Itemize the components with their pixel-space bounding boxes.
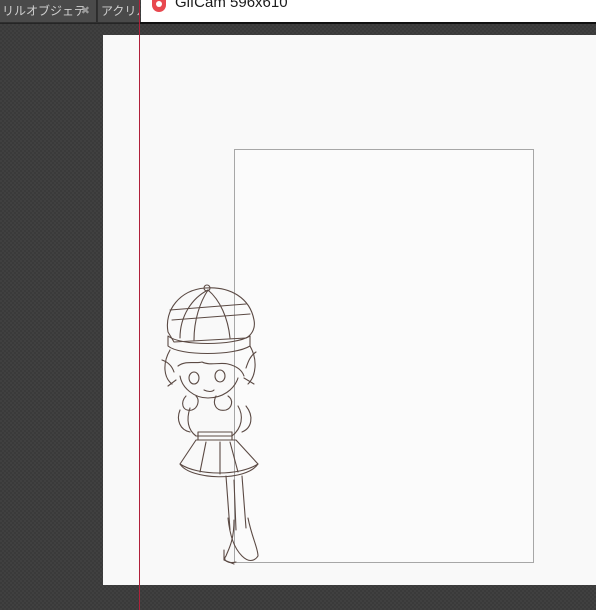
close-tab-icon[interactable]: ✖ bbox=[81, 0, 90, 22]
document-tab-1[interactable]: リルオブジェテ ✖ bbox=[0, 0, 97, 22]
gifcam-app-icon bbox=[152, 0, 166, 12]
character-sketch bbox=[161, 284, 259, 565]
screen: リルオブジェテ ✖ アクリル bbox=[0, 0, 596, 610]
gifcam-left-edge bbox=[139, 0, 140, 610]
head-shape bbox=[164, 345, 256, 385]
document-tab-2-label: アクリル bbox=[101, 4, 139, 18]
gifcam-capture-border bbox=[140, 22, 596, 24]
gifcam-title-text: GifCam 596x610 bbox=[175, 0, 288, 11]
document-tab-2[interactable]: アクリル bbox=[98, 0, 140, 22]
gifcam-titlebar[interactable]: GifCam 596x610 bbox=[141, 0, 596, 22]
document-tab-strip: リルオブジェテ ✖ アクリル bbox=[0, 0, 140, 24]
document-tab-1-label: リルオブジェテ bbox=[2, 4, 87, 18]
